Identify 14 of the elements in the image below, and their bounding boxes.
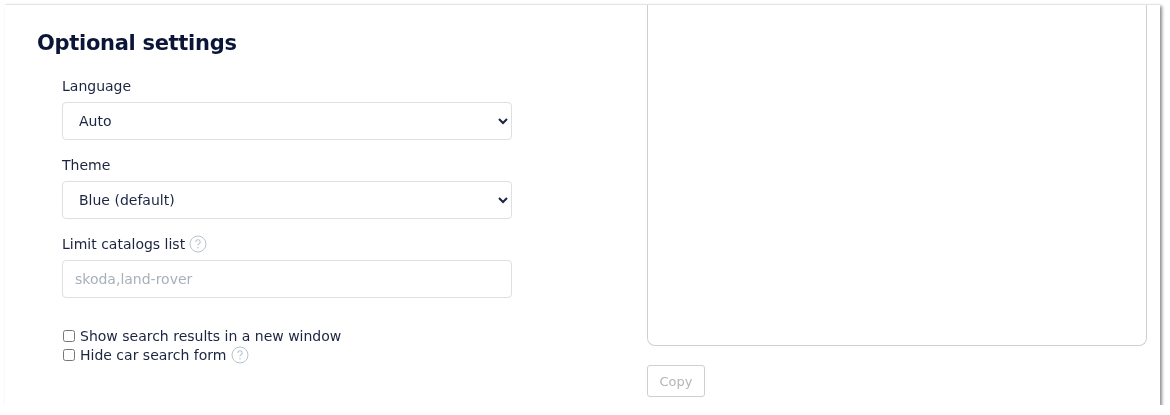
checkbox-label: Hide car search form	[80, 346, 227, 363]
field-label: Limit catalogs list	[62, 236, 186, 252]
input-field[interactable]: skoda,land-rover	[62, 260, 512, 298]
output-textarea[interactable]	[647, 5, 1147, 346]
checkbox[interactable]	[63, 348, 75, 361]
section-title: Optional settings	[37, 31, 238, 55]
checkbox[interactable]	[63, 329, 75, 342]
dropdown-field[interactable]: Auto	[62, 102, 512, 140]
help-icon[interactable]	[231, 345, 250, 364]
field-label: Language	[62, 78, 132, 94]
checkbox-label: Show search results in a new window	[80, 327, 342, 344]
dropdown-field[interactable]: Blue (default)	[62, 181, 512, 219]
help-icon[interactable]	[189, 235, 208, 253]
field-label: Theme	[62, 157, 111, 173]
